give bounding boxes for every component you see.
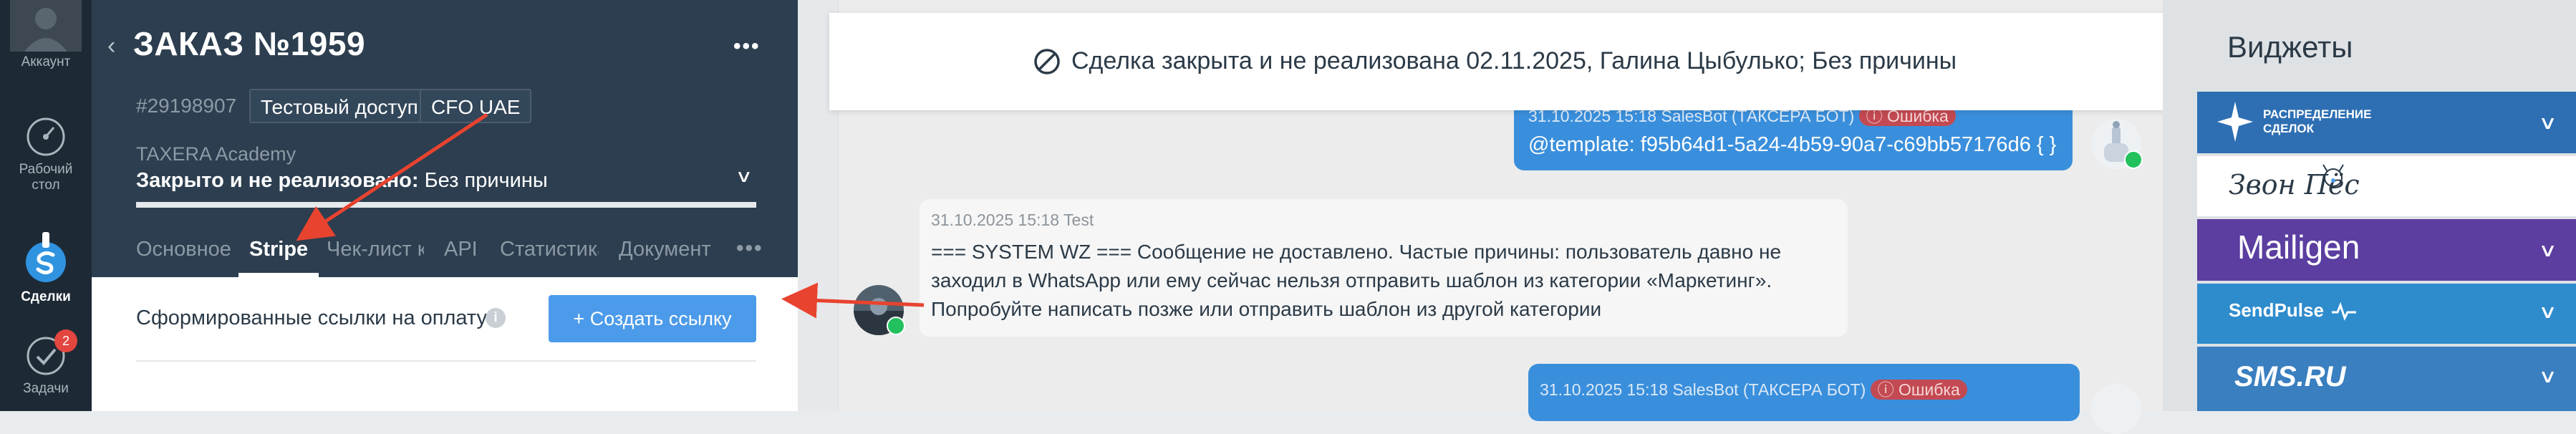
deal-closed-text: Сделка закрыта и не реализована 02.11.20… [1071,47,1957,74]
sparkle-icon [2217,102,2253,142]
widget-label: SMS.RU [2234,361,2346,392]
status-progress-bar [136,202,756,208]
divider [136,360,756,362]
info-icon[interactable]: i [486,308,506,328]
chevron-down-icon[interactable]: ∨ [2538,239,2557,261]
nav-dashboard[interactable]: Рабочий стол [0,116,92,193]
create-link-button[interactable]: + Создать ссылку [549,295,756,342]
nav-tasks-label: Задачи [23,381,69,396]
message-meta-text: 31.10.2025 15:18 SalesBot (ТАКСЕРА БОТ) [1540,380,1866,399]
deal-title[interactable]: ЗАКАЗ №1959 [133,24,365,63]
widget-mailigen[interactable]: Mailigen ∨ [2197,219,2576,281]
widget-label: РАСПРЕДЕЛЕНИЕ СДЕЛОК [2263,107,2372,135]
tag-test-access[interactable]: Тестовый доступ [249,89,430,123]
message-line: Попробуйте написать позже или отправить … [931,298,1602,320]
chevron-down-icon[interactable]: ∨ [735,166,753,187]
tab-main[interactable]: Основное [136,238,231,261]
tabs-more-button[interactable]: ••• [736,236,763,261]
widget-deal-distribution[interactable]: РАСПРЕДЕЛЕНИЕ СДЕЛОК ∨ [2197,92,2576,153]
message-meta: 31.10.2025 15:18 SalesBot (ТАКСЕРА БОТ) … [1540,380,1967,400]
left-nav: Аккаунт Рабочий стол Сделки Задачи 2 [0,0,92,411]
pipeline-name[interactable]: TAXERA Academy [136,143,296,165]
nav-deals[interactable]: Сделки [0,231,92,305]
tab-statistics[interactable]: Статистика [500,238,599,261]
nav-dashboard-label: Рабочий стол [19,162,73,193]
tab-api[interactable]: API [444,238,478,261]
active-tab-underline [238,273,319,277]
deal-more-button[interactable]: ••• [733,34,761,59]
widget-label: Mailigen [2237,228,2360,266]
tag-cfo-uae[interactable]: CFO UAE [420,89,532,123]
nav-account[interactable]: Аккаунт [0,0,92,70]
tab-checklist[interactable]: Чек-лист к [327,238,424,261]
deals-icon [26,232,66,282]
tasks-count-badge: 2 [54,329,77,352]
avatar-icon [10,0,82,52]
deal-id: #29198907 [136,95,237,117]
message-meta: 31.10.2025 15:18 Test [931,211,1094,229]
widget-smsru[interactable]: SMS.RU ∨ [2197,347,2576,411]
whatsapp-icon [2124,150,2143,169]
widget-label: SendPulse [2229,299,2324,321]
error-badge[interactable]: ⓘ Ошибка [1870,380,1967,400]
tab-stripe[interactable]: Stripe [249,238,308,261]
chevron-down-icon[interactable]: ∨ [2538,301,2557,323]
speedometer-icon [26,117,65,156]
message-text: @template: f95b64d1-5a24-4b59-90a7-c69bb… [1528,133,2057,156]
chevron-left-icon[interactable]: ‹ [107,32,115,60]
forbidden-icon [1034,49,1060,74]
chevron-down-icon[interactable]: ∨ [2538,365,2557,387]
widget-zvonpes[interactable]: Звон Пёс [2197,156,2576,216]
chevron-down-icon[interactable]: ∨ [2538,112,2557,134]
widget-sendpulse[interactable]: SendPulse ∨ [2197,284,2576,344]
message-line: заходил в WhatsApp или ему сейчас нельзя… [931,269,1772,291]
nav-account-label: Аккаунт [21,54,71,69]
nav-tasks[interactable]: Задачи [0,335,92,397]
nav-deals-label: Сделки [21,289,71,304]
dog-icon [2322,164,2344,187]
pulse-icon [2332,302,2356,321]
whatsapp-icon [887,317,905,335]
message-line: === SYSTEM WZ === Сообщение не доставлен… [931,241,1782,263]
bot-avatar [2091,384,2141,434]
deal-status[interactable]: Закрыто и не реализовано: Без причины [136,169,548,193]
payment-links-label: Сформированные ссылки на оплату [136,307,487,329]
tab-documents[interactable]: Документ [619,238,715,261]
widgets-title: Виджеты [2227,30,2353,64]
status-reason: Без причины [418,169,548,192]
status-label: Закрыто и не реализовано: [136,169,419,192]
